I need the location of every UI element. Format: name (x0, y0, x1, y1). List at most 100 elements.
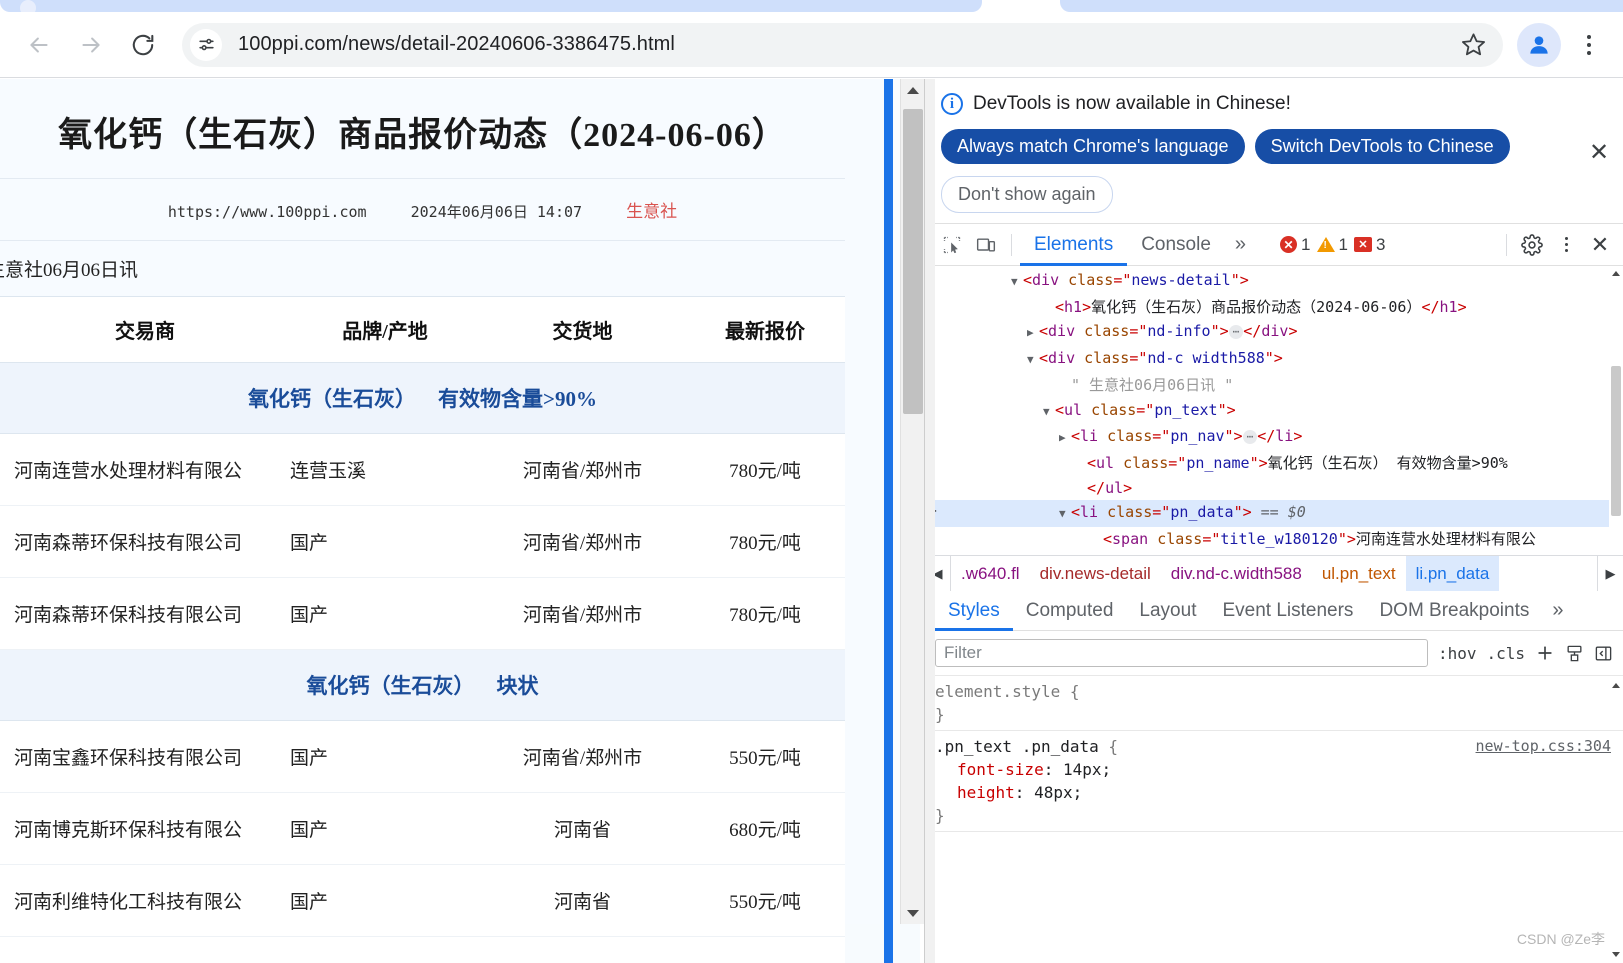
dom-node[interactable]: ▶ <div class="nd-info"> ⋯ </div> (925, 319, 1623, 346)
expand-ellipsis-icon[interactable]: ⋯ (1228, 324, 1244, 339)
error-counter[interactable]: ✕ 1 (1280, 234, 1311, 255)
collapse-triangle-icon[interactable]: ▼ (1059, 502, 1071, 527)
dom-node[interactable]: </ul> (925, 476, 1623, 501)
dom-token: ul (1105, 478, 1124, 497)
styles-scroll-down-icon[interactable] (1609, 947, 1623, 961)
tab-styles[interactable]: Styles (935, 591, 1013, 631)
error-count: 1 (1301, 234, 1311, 254)
always-match-language-button[interactable]: Always match Chrome's language (941, 129, 1245, 164)
table-cell: 河南森美 (290, 936, 480, 963)
bookmark-star-icon[interactable] (1453, 25, 1493, 65)
styles-more-tabs-chevron-icon[interactable]: » (1542, 599, 1573, 622)
breadcrumb-item[interactable]: ul.pn_text (1312, 556, 1406, 592)
style-source-link[interactable]: new-top.css:304 (1476, 735, 1611, 758)
scroll-up-icon[interactable] (901, 79, 925, 101)
cls-toggle[interactable]: .cls (1486, 644, 1525, 663)
styles-scroll-up-icon[interactable] (1609, 678, 1623, 692)
dom-node[interactable]: ▼ <ul class="pn_text"> (925, 398, 1623, 425)
devtools-close-icon[interactable]: ✕ (1583, 228, 1617, 262)
device-toolbar-icon[interactable] (969, 228, 1003, 262)
style-selector[interactable]: .pn_text .pn_data (935, 737, 1099, 756)
forward-arrow-icon[interactable] (68, 22, 114, 68)
more-tabs-chevron-icon[interactable]: » (1225, 233, 1256, 256)
hov-toggle[interactable]: :hov (1438, 644, 1477, 663)
dom-scroll-thumb[interactable] (1611, 366, 1621, 516)
table-cell: 780元/吨 (685, 577, 845, 650)
dont-show-again-button[interactable]: Don't show again (941, 176, 1113, 213)
article-body: 生意社06月06日讯 交易商 品牌/产地 交货地 最新报价 氧化钙（生石灰） 有效… (0, 241, 845, 963)
inspect-element-icon[interactable] (935, 228, 969, 262)
breadcrumb-item[interactable]: div.news-detail (1030, 556, 1161, 592)
breadcrumb-item[interactable]: .w640.fl (951, 556, 1030, 592)
dom-node[interactable]: <span class="title_w180120">河南连营水处理材料有限公 (925, 527, 1623, 552)
dom-token: =" (1152, 503, 1171, 522)
expand-triangle-icon[interactable]: ▶ (1059, 426, 1071, 451)
style-property[interactable]: height (957, 783, 1015, 802)
dom-node[interactable]: 司</span> (925, 552, 1623, 556)
tab-dom-breakpoints[interactable]: DOM Breakpoints (1366, 591, 1542, 631)
site-settings-icon[interactable] (190, 28, 222, 61)
page-vertical-scrollbar[interactable] (900, 79, 924, 924)
dom-tree-scrollbar[interactable] (1609, 266, 1623, 555)
dom-node[interactable]: <h1>氧化钙（生石灰）商品报价动态（2024-06-06）</h1> (925, 295, 1623, 320)
dom-token: < (1055, 400, 1065, 419)
dom-node[interactable]: ▼ <div class="news-detail"> (925, 268, 1623, 295)
collapse-triangle-icon[interactable]: ▼ (1011, 270, 1023, 295)
tab-console[interactable]: Console (1127, 224, 1225, 266)
devtools-resize-splitter[interactable] (884, 79, 893, 963)
close-icon[interactable]: ✕ (1585, 139, 1613, 167)
tab-event-listeners[interactable]: Event Listeners (1209, 591, 1366, 631)
table-cell: 550元/吨 (685, 864, 845, 937)
browser-tab-inactive[interactable] (1060, 0, 1623, 12)
tab-elements[interactable]: Elements (1020, 224, 1127, 266)
collapse-triangle-icon[interactable]: ▼ (1043, 400, 1055, 425)
warning-counter[interactable]: 1 (1316, 235, 1348, 255)
url-text[interactable]: 100ppi.com/news/detail-20240606-3386475.… (238, 33, 1453, 56)
collapse-triangle-icon[interactable]: ▼ (1027, 348, 1039, 373)
browser-tab-active[interactable] (0, 0, 982, 12)
dom-node[interactable]: ▶ <li class="pn_nav"> ⋯ </li> (925, 424, 1623, 451)
reload-icon[interactable] (120, 22, 166, 68)
switch-devtools-language-button[interactable]: Switch DevTools to Chinese (1254, 129, 1510, 164)
styles-scrollbar[interactable] (1609, 676, 1623, 963)
tab-computed[interactable]: Computed (1013, 591, 1127, 631)
plus-icon[interactable] (1535, 643, 1555, 663)
expand-triangle-icon[interactable]: ▶ (1027, 321, 1039, 346)
dom-token: "> (1210, 322, 1229, 341)
breadcrumb-item[interactable]: div.nd-c.width588 (1161, 556, 1312, 592)
style-selector[interactable]: element.style (935, 682, 1060, 701)
style-rules[interactable]: element.style {} new-top.css:304 .pn_text … (925, 676, 1623, 963)
style-property[interactable]: font-size (957, 760, 1044, 779)
devtools-menu-icon[interactable] (1549, 228, 1583, 262)
dom-node[interactable]: ▼ <div class="nd-c width588"> (925, 346, 1623, 373)
profile-avatar-icon[interactable] (1517, 22, 1561, 67)
dom-scroll-up-icon[interactable] (1609, 266, 1623, 280)
dom-token: 氧化钙（生石灰）商品报价动态（2024-06-06） (1091, 297, 1422, 316)
dom-node-selected[interactable]: ⋯▼<li class="pn_data"> == $0 (925, 500, 1623, 528)
dom-node[interactable]: <ul class="pn_name">氧化钙（生石灰） 有效物含量>90% (925, 451, 1623, 476)
styles-filter-input[interactable] (935, 639, 1428, 667)
browser-window: 100ppi.com/news/detail-20240606-3386475.… (0, 0, 1623, 963)
expand-ellipsis-icon[interactable]: ⋯ (1242, 429, 1258, 444)
toggle-sidebar-icon[interactable] (1594, 644, 1613, 663)
style-rule[interactable]: new-top.css:304 .pn_text .pn_data {font-s… (925, 731, 1623, 832)
dom-tree[interactable]: ▼ <div class="news-detail"> <h1>氧化钙（生石灰）商品… (925, 266, 1623, 555)
dom-node[interactable]: " 生意社06月06日讯 " (925, 373, 1623, 398)
breadcrumb-item[interactable]: li.pn_data (1405, 555, 1500, 592)
article-site: https://www.100ppi.com (167, 203, 367, 221)
dom-token: span (1112, 530, 1149, 549)
style-value[interactable]: 48px (1034, 783, 1073, 802)
breadcrumb-scroll-right-icon[interactable]: ▶ (1597, 556, 1623, 591)
message-counter[interactable]: ✕ 3 (1353, 235, 1385, 255)
tab-layout[interactable]: Layout (1126, 591, 1209, 631)
back-arrow-icon[interactable] (16, 22, 62, 68)
gear-icon[interactable] (1515, 228, 1549, 262)
chrome-menu-icon[interactable] (1567, 23, 1611, 67)
style-paint-icon[interactable] (1565, 644, 1584, 663)
vertical-scroll-thumb[interactable] (903, 109, 923, 414)
table-group-label: 氧化钙（生石灰） 块状 (0, 649, 845, 721)
address-bar[interactable]: 100ppi.com/news/detail-20240606-3386475.… (182, 22, 1503, 67)
style-value[interactable]: 14px (1063, 760, 1102, 779)
style-rule[interactable]: element.style {} (925, 676, 1623, 731)
scroll-down-icon[interactable] (901, 902, 925, 924)
